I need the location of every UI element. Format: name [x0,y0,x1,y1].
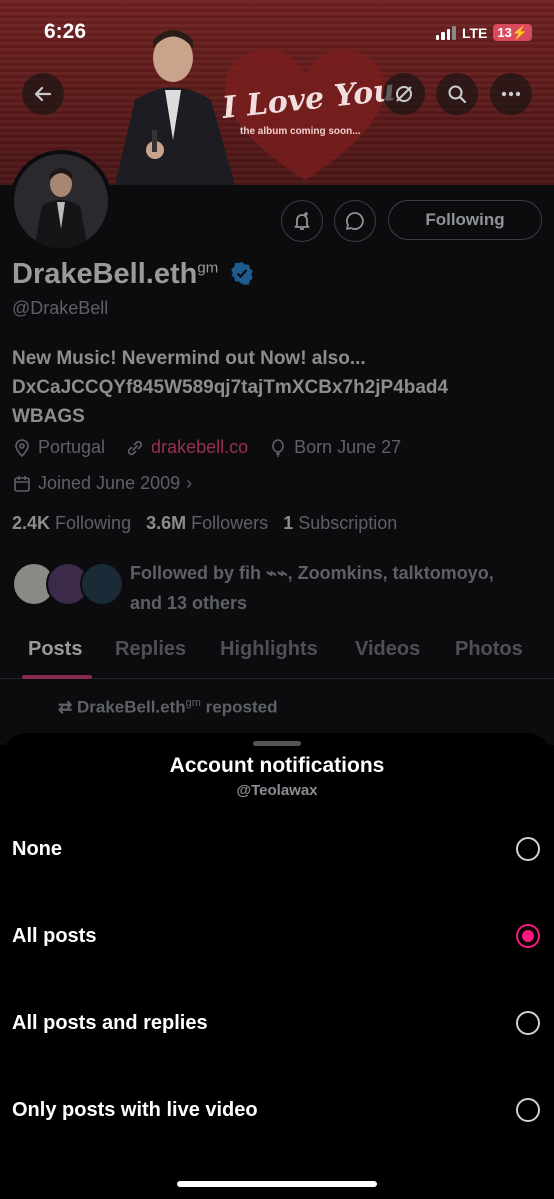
joined-text: Joined June 2009 [38,473,181,493]
verified-badge-icon [231,262,254,285]
back-button[interactable] [22,73,64,115]
repost-header: ⇄ DrakeBell.ethgm reposted [58,697,277,718]
active-tab-indicator [22,675,92,679]
option-none[interactable]: None [0,819,554,879]
bell-icon [294,212,310,230]
tab-videos[interactable]: Videos [355,638,420,661]
bio-line: DxCaJCCQYf845W589qj7tajTmXCBx7h2jP4bad4 [12,377,449,398]
radio-button[interactable] [516,1098,540,1122]
network-label: LTE [461,24,488,41]
follow-stats: 2.4K Following 3.6M Followers 1 Subscrip… [12,513,397,534]
bio: New Music! Nevermind out Now! also... Dx… [12,344,542,431]
followers-label: Followers [191,513,269,533]
display-name-text: DrakeBell.eth [12,258,198,290]
radio-button[interactable] [516,1011,540,1035]
notification-bell-button[interactable] [281,200,323,242]
birthday-text: Born June 27 [294,437,402,457]
sheet-subtitle: @Teolawax [236,782,318,799]
hide-button[interactable] [383,73,425,115]
tab-replies[interactable]: Replies [115,638,186,661]
radio-button[interactable] [516,837,540,861]
following-count: 2.4K [12,513,51,533]
arrow-left-icon [34,86,52,102]
avatar[interactable] [10,150,112,252]
battery-level: 13 [497,25,512,40]
battery-icon: 13⚡ [493,24,532,41]
option-live-video[interactable]: Only posts with live video [0,1080,554,1140]
following-stat[interactable]: 2.4K Following [12,513,131,533]
avatar-image [14,154,108,248]
option-all-posts[interactable]: All posts [0,906,554,966]
balloon-icon [272,438,284,457]
status-indicators: LTE 13⚡ [435,24,532,41]
status-time: 6:26 [44,20,87,43]
location-icon [15,438,29,457]
link-icon [127,440,143,455]
followed-by-avatars[interactable] [12,560,132,606]
profile-meta-row: Portugal drakebell.co Born June 27 [12,437,401,458]
sheet-title: Account notifications [169,754,385,777]
following-label: Following [55,513,132,533]
search-button[interactable] [436,73,478,115]
display-name-sup: gm [197,259,219,277]
bio-line: WBAGS [12,406,85,427]
display-name: DrakeBell.ethgm [12,258,254,291]
handle: @DrakeBell [12,298,109,318]
signal-icon [435,25,456,40]
tab-posts[interactable]: Posts [28,638,82,661]
followed-by-text[interactable]: Followed by fih ⌁⌁, Zoomkins, talktomoyo… [130,558,540,618]
option-label: All posts and replies [12,1011,208,1034]
joined-row[interactable]: Joined June 2009 › [12,473,192,494]
subscription-label: Subscription [298,513,398,533]
more-icon [501,91,521,97]
option-label: None [12,837,62,860]
radio-button-selected[interactable] [516,924,540,948]
tab-photos[interactable]: Photos [455,638,523,661]
home-indicator[interactable] [177,1181,377,1187]
followed-by-line: and 13 others [130,593,248,613]
hide-icon [396,86,412,102]
repost-suffix: reposted [205,697,278,717]
option-label: Only posts with live video [12,1098,258,1121]
profile-tabs: Posts Replies Highlights Videos Photos [0,632,554,679]
followers-count: 3.6M [146,513,187,533]
message-icon [346,212,364,230]
chevron-right-icon: › [186,473,193,493]
location-text: Portugal [38,437,106,457]
bio-line: New Music! Nevermind out Now! also... [12,348,366,369]
following-button[interactable]: Following [388,200,542,240]
tab-highlights[interactable]: Highlights [220,638,318,661]
message-button[interactable] [334,200,376,242]
option-all-posts-and-replies[interactable]: All posts and replies [0,993,554,1053]
avatar [80,562,124,606]
calendar-icon [14,475,30,492]
sheet-grabber[interactable] [253,741,301,746]
more-button[interactable] [490,73,532,115]
repost-user: DrakeBell.eth [76,697,186,717]
option-label: All posts [12,924,97,947]
followers-stat[interactable]: 3.6M Followers [146,513,268,533]
subscription-stat[interactable]: 1 Subscription [283,513,397,533]
banner-subtitle: the album coming soon... [240,126,361,137]
followed-by-line: Followed by fih ⌁⌁, Zoomkins, talktomoyo… [130,563,494,583]
search-icon [448,85,467,104]
repost-user-sup: gm [185,697,201,709]
website-link[interactable]: drakebell.co [151,437,248,458]
subscription-count: 1 [283,513,294,533]
repost-icon: ⇄ [58,697,73,717]
